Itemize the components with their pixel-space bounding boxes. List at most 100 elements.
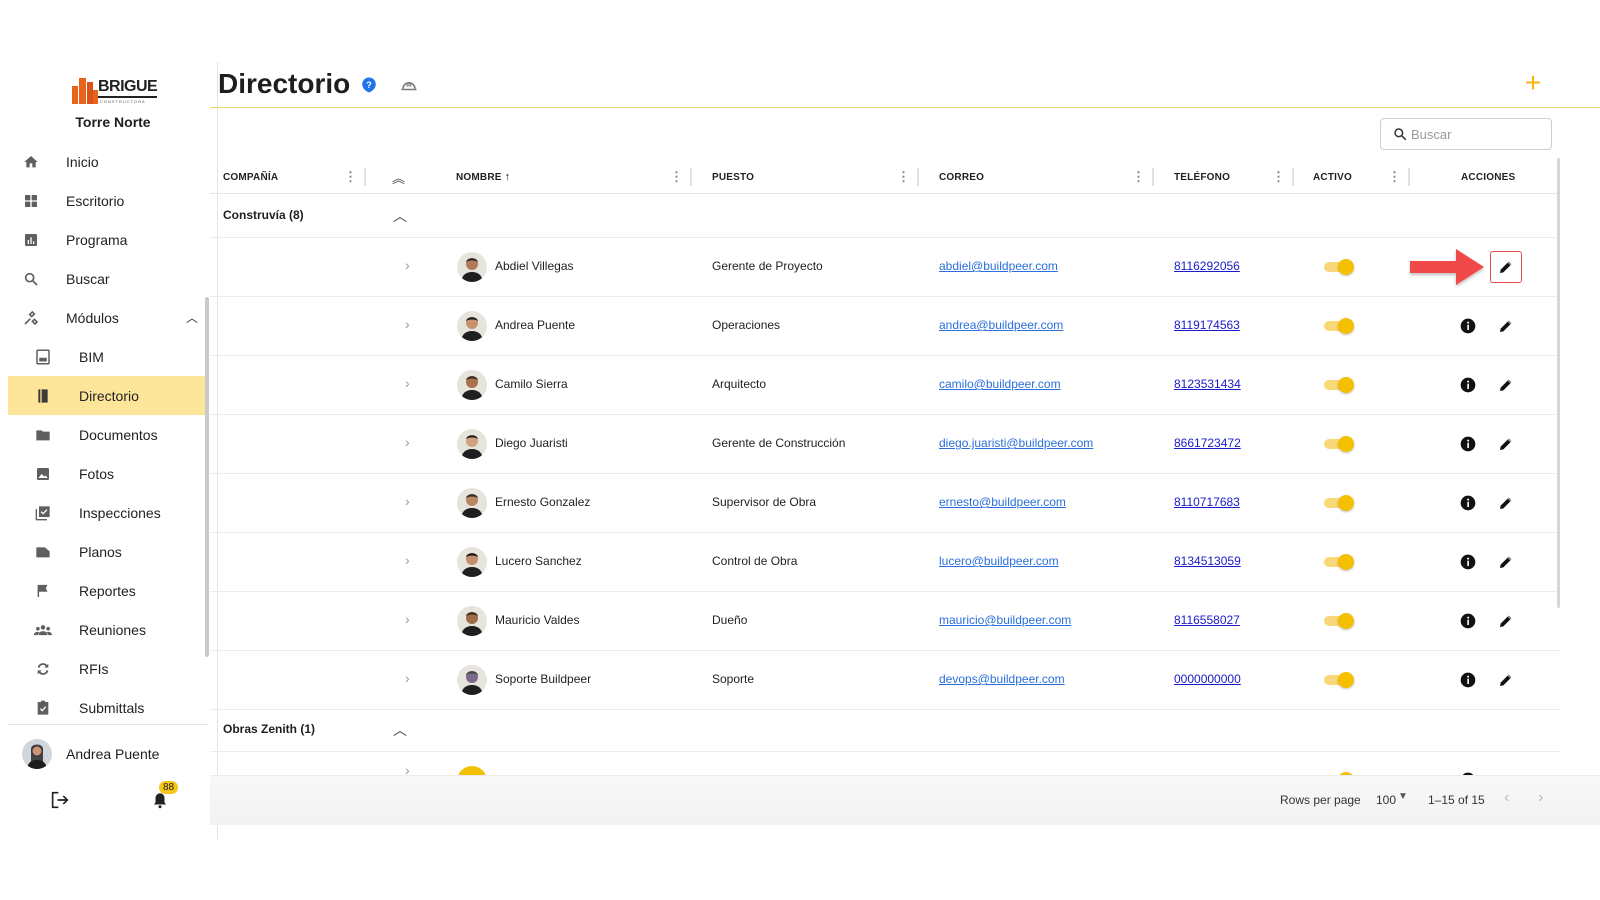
column-resize-handle[interactable] <box>1292 168 1294 186</box>
sidebar-item-submittals[interactable]: Submittals <box>8 688 208 727</box>
previous-page-button[interactable]: ‹ <box>1504 789 1509 807</box>
sidebar-scrollbar[interactable] <box>205 297 209 657</box>
contact-name[interactable]: Soporte Buildpeer <box>495 672 591 686</box>
search-input[interactable] <box>1411 126 1541 142</box>
column-header-name[interactable]: NOMBRE ↑ <box>456 160 510 194</box>
logout-icon[interactable] <box>50 791 70 809</box>
user-profile[interactable]: Andrea Puente <box>22 739 159 769</box>
expand-row-icon[interactable]: › <box>405 493 410 509</box>
edit-button[interactable] <box>1496 670 1516 690</box>
contact-phone-link[interactable]: 0000000000 <box>1174 672 1241 686</box>
expand-row-icon[interactable]: › <box>405 611 410 627</box>
table-row[interactable]: › Diego Juaristi Gerente de Construcción di… <box>210 415 1560 474</box>
sidebar-item-fotos[interactable]: Fotos <box>8 454 208 493</box>
column-header-company[interactable]: COMPAÑÍA <box>223 160 278 194</box>
table-row[interactable]: › Abdiel Villegas Gerente de Proyecto abdie… <box>210 238 1560 297</box>
active-toggle[interactable] <box>1322 672 1354 688</box>
contact-name[interactable]: Lucero Sanchez <box>495 554 582 568</box>
help-icon[interactable]: ? <box>360 76 378 94</box>
contact-name[interactable]: Andrea Puente <box>495 318 575 332</box>
info-icon[interactable] <box>1460 318 1476 334</box>
expand-row-icon[interactable]: › <box>405 257 410 273</box>
collapse-all-icon[interactable]: ︽ <box>392 160 405 194</box>
contact-name[interactable]: Mauricio Valdes <box>495 613 579 627</box>
table-row[interactable]: › Camilo Sierra Arquitecto camilo@buildpeer… <box>210 356 1560 415</box>
sidebar-item-escritorio[interactable]: Escritorio <box>8 181 208 220</box>
contact-phone-link[interactable]: 8661723472 <box>1174 436 1241 450</box>
column-header-email[interactable]: CORREO <box>939 160 984 194</box>
contact-name[interactable]: Diego Juaristi <box>495 436 568 450</box>
next-page-button[interactable]: › <box>1538 789 1543 807</box>
contact-email-link[interactable]: abdiel@buildpeer.com <box>939 259 1058 273</box>
search-box[interactable] <box>1380 118 1552 150</box>
table-row[interactable]: › Andrea Puente Operaciones andrea@buildpee… <box>210 297 1560 356</box>
table-row[interactable]: › Ernesto Gonzalez Supervisor de Obra ernes… <box>210 474 1560 533</box>
active-toggle[interactable] <box>1322 318 1354 334</box>
contact-email-link[interactable]: ernesto@buildpeer.com <box>939 495 1066 509</box>
info-icon[interactable] <box>1460 672 1476 688</box>
chevron-up-icon[interactable]: ︿ <box>393 206 407 226</box>
active-toggle[interactable] <box>1322 436 1354 452</box>
table-row[interactable]: › Lucero Sanchez Control de Obra lucero@bui… <box>210 533 1560 592</box>
column-header-phone[interactable]: TELÉFONO <box>1174 160 1230 194</box>
sidebar-item-rfis[interactable]: RFIs <box>8 649 208 688</box>
brand-logo[interactable]: BRIGUE CONSTRUCTORA <box>70 72 160 106</box>
rows-per-page-select[interactable]: 100 <box>1376 793 1396 807</box>
sidebar-item-directorio[interactable]: Directorio <box>8 376 208 415</box>
expand-row-icon[interactable]: › <box>405 375 410 391</box>
contact-name[interactable]: Abdiel Villegas <box>495 259 574 273</box>
contact-email-link[interactable]: lucero@buildpeer.com <box>939 554 1059 568</box>
contact-phone-link[interactable]: 8110717683 <box>1174 495 1240 509</box>
contact-email-link[interactable]: andrea@buildpeer.com <box>939 318 1063 332</box>
column-header-active[interactable]: ACTIVO <box>1313 160 1352 194</box>
sidebar-item-inspecciones[interactable]: Inspecciones <box>8 493 208 532</box>
column-resize-handle[interactable] <box>364 168 366 186</box>
chevron-up-icon[interactable]: ︿ <box>393 720 407 740</box>
sidebar-item-inicio[interactable]: Inicio <box>8 142 208 181</box>
edit-button[interactable] <box>1496 493 1516 513</box>
table-scrollbar[interactable] <box>1557 158 1560 608</box>
contact-phone-link[interactable]: 8134513059 <box>1174 554 1241 568</box>
column-resize-handle[interactable] <box>917 168 919 186</box>
chevron-up-icon[interactable]: ︿ <box>186 309 198 326</box>
contact-name[interactable]: Ernesto Gonzalez <box>495 495 590 509</box>
active-toggle[interactable] <box>1322 613 1354 629</box>
safety-helmet-icon[interactable] <box>400 76 418 94</box>
info-icon[interactable] <box>1460 377 1476 393</box>
edit-button[interactable] <box>1496 375 1516 395</box>
sidebar-item-reportes[interactable]: Reportes <box>8 571 208 610</box>
sidebar-item-planos[interactable]: Planos <box>8 532 208 571</box>
active-toggle[interactable] <box>1322 377 1354 393</box>
column-resize-handle[interactable] <box>1408 168 1410 186</box>
group-row-construvia[interactable]: Construvía (8) ︿ <box>210 194 1560 238</box>
expand-row-icon[interactable]: › <box>405 434 410 450</box>
edit-button[interactable] <box>1490 251 1522 283</box>
contact-phone-link[interactable]: 8119174563 <box>1174 318 1240 332</box>
column-resize-handle[interactable] <box>690 168 692 186</box>
edit-button[interactable] <box>1496 552 1516 572</box>
contact-phone-link[interactable]: 8123531434 <box>1174 377 1241 391</box>
group-row-obras-zenith[interactable]: Obras Zenith (1) ︿ <box>210 708 1560 752</box>
sidebar-item-reuniones[interactable]: Reuniones <box>8 610 208 649</box>
sidebar-item-documentos[interactable]: Documentos <box>8 415 208 454</box>
info-icon[interactable] <box>1460 495 1476 511</box>
expand-row-icon[interactable]: › <box>405 552 410 568</box>
active-toggle[interactable] <box>1322 259 1354 275</box>
active-toggle[interactable] <box>1322 554 1354 570</box>
column-header-position[interactable]: PUESTO <box>712 160 754 194</box>
contact-email-link[interactable]: mauricio@buildpeer.com <box>939 613 1071 627</box>
contact-email-link[interactable]: devops@buildpeer.com <box>939 672 1065 686</box>
add-contact-button[interactable]: + <box>1520 69 1546 97</box>
sidebar-item-programa[interactable]: Programa <box>8 220 208 259</box>
contact-phone-link[interactable]: 8116292056 <box>1174 259 1240 273</box>
chevron-down-icon[interactable]: ▼ <box>1398 791 1408 802</box>
contact-phone-link[interactable]: 8116558027 <box>1174 613 1240 627</box>
info-icon[interactable] <box>1460 554 1476 570</box>
sidebar-item-bim[interactable]: BIM <box>8 337 208 376</box>
column-resize-handle[interactable] <box>1152 168 1154 186</box>
expand-row-icon[interactable]: › <box>405 670 410 686</box>
active-toggle[interactable] <box>1322 495 1354 511</box>
info-icon[interactable] <box>1460 613 1476 629</box>
expand-row-icon[interactable]: › <box>405 316 410 332</box>
contact-email-link[interactable]: diego.juaristi@buildpeer.com <box>939 436 1093 450</box>
